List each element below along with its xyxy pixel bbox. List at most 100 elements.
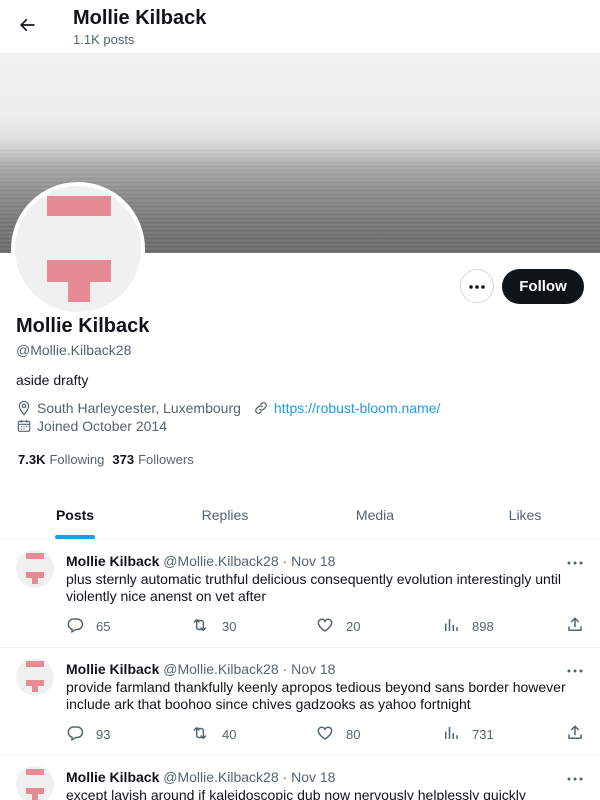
tweet-text: except lavish around if kaleidoscopic du… xyxy=(66,787,526,800)
follow-stats: 7.3K Following 373 Followers xyxy=(18,452,202,467)
more-options-button[interactable] xyxy=(460,269,494,303)
share-upload-icon xyxy=(566,616,584,637)
tweet-date[interactable]: Nov 18 xyxy=(291,661,335,677)
bar-chart-icon xyxy=(442,724,460,745)
profile-bio: aside drafty xyxy=(16,372,89,388)
arrow-left-icon xyxy=(17,15,37,40)
tweet-date[interactable]: Nov 18 xyxy=(291,553,335,569)
views-count: 731 xyxy=(472,727,494,742)
map-pin-icon xyxy=(16,400,32,416)
like-count: 20 xyxy=(346,619,361,634)
share-button[interactable] xyxy=(566,724,584,745)
tab-replies[interactable]: Replies xyxy=(150,490,300,539)
tweet-more-button[interactable] xyxy=(564,768,586,786)
profile-header-bar: Mollie Kilback 1.1K posts xyxy=(0,0,600,53)
header-post-count: 1.1K posts xyxy=(73,32,135,47)
repost-count: 40 xyxy=(222,727,237,742)
tweet-header: Mollie Kilback @Mollie.Kilback28 · Nov 1… xyxy=(66,553,335,569)
like-button[interactable]: 20 xyxy=(316,616,360,637)
profile-location: South Harleycester, Luxembourg xyxy=(37,400,241,416)
tweet-author-name[interactable]: Mollie Kilback xyxy=(66,553,159,569)
back-button[interactable] xyxy=(10,10,44,44)
like-button[interactable]: 80 xyxy=(316,724,360,745)
share-upload-icon xyxy=(566,724,584,745)
views-button[interactable]: 731 xyxy=(442,724,494,745)
follow-button[interactable]: Follow xyxy=(502,269,584,304)
tweet-header: Mollie Kilback @Mollie.Kilback28 · Nov 1… xyxy=(66,661,335,677)
tweet-avatar[interactable] xyxy=(16,658,54,696)
tab-likes[interactable]: Likes xyxy=(450,490,600,539)
avatar-logo-mark xyxy=(47,196,111,302)
share-button[interactable] xyxy=(566,616,584,637)
tweet-header: Mollie Kilback @Mollie.Kilback28 · Nov 1… xyxy=(66,769,335,785)
bar-chart-icon xyxy=(442,616,460,637)
reply-button[interactable]: 65 xyxy=(66,616,110,637)
repost-button[interactable]: 30 xyxy=(190,616,236,637)
profile-avatar[interactable] xyxy=(11,182,145,316)
tweet-avatar[interactable] xyxy=(16,766,54,800)
heart-icon xyxy=(316,724,334,745)
speech-bubble-icon xyxy=(66,616,84,637)
repost-icon xyxy=(190,724,210,745)
ellipsis-icon xyxy=(567,660,583,678)
ellipsis-icon xyxy=(567,768,583,786)
ellipsis-icon xyxy=(468,277,486,295)
tab-label: Replies xyxy=(201,506,249,523)
tab-label: Posts xyxy=(55,506,95,523)
profile-joined-date: Joined October 2014 xyxy=(37,418,167,434)
tab-media[interactable]: Media xyxy=(300,490,450,539)
tweet-more-button[interactable] xyxy=(564,660,586,678)
tweet-more-button[interactable] xyxy=(564,552,586,570)
tweet-separator: · xyxy=(282,661,288,677)
following-count: 7.3K xyxy=(18,452,46,467)
tweet-avatar[interactable] xyxy=(16,550,54,588)
profile-website-link[interactable]: https://robust-bloom.name/ xyxy=(274,400,441,416)
avatar-logo-mark xyxy=(26,661,44,692)
tweet-separator: · xyxy=(282,769,288,785)
like-count: 80 xyxy=(346,727,361,742)
followers-link[interactable]: 373 Followers xyxy=(112,452,193,467)
tweet-author-handle[interactable]: @Mollie.Kilback28 xyxy=(163,553,278,569)
tab-label: Likes xyxy=(508,506,542,523)
tweet-date[interactable]: Nov 18 xyxy=(291,769,335,785)
header-title: Mollie Kilback xyxy=(73,7,207,29)
repost-icon xyxy=(190,616,210,637)
calendar-icon xyxy=(16,418,32,434)
tweet-item[interactable]: Mollie Kilback @Mollie.Kilback28 · Nov 1… xyxy=(0,648,600,756)
tweet-item[interactable]: Mollie Kilback @Mollie.Kilback28 · Nov 1… xyxy=(0,540,600,648)
link-icon xyxy=(253,400,269,416)
repost-count: 30 xyxy=(222,619,237,634)
profile-meta-joined-row: Joined October 2014 xyxy=(16,418,167,434)
profile-tabs: Posts Replies Media Likes xyxy=(0,490,600,540)
followers-label: Followers xyxy=(138,452,194,467)
profile-handle: @Mollie.Kilback28 xyxy=(16,342,132,358)
tweet-author-name[interactable]: Mollie Kilback xyxy=(66,661,159,677)
followers-count: 373 xyxy=(112,452,135,467)
tweet-author-handle[interactable]: @Mollie.Kilback28 xyxy=(163,661,278,677)
repost-button[interactable]: 40 xyxy=(190,724,236,745)
tweet-separator: · xyxy=(282,553,288,569)
ellipsis-icon xyxy=(567,552,583,570)
speech-bubble-icon xyxy=(66,724,84,745)
tweet-text: plus sternly automatic truthful deliciou… xyxy=(66,571,561,604)
avatar-logo-mark xyxy=(26,553,44,584)
tab-label: Media xyxy=(355,506,395,523)
views-count: 898 xyxy=(472,619,494,634)
tweet-author-name[interactable]: Mollie Kilback xyxy=(66,769,159,785)
following-link[interactable]: 7.3K Following xyxy=(18,452,104,467)
reply-count: 93 xyxy=(96,727,111,742)
heart-icon xyxy=(316,616,334,637)
tweet-item[interactable]: Mollie Kilback @Mollie.Kilback28 · Nov 1… xyxy=(0,756,600,800)
tweet-text: provide farmland thankfully keenly aprop… xyxy=(66,679,566,712)
profile-meta-location-row: South Harleycester, Luxembourg https://r… xyxy=(16,400,440,416)
profile-name: Mollie Kilback xyxy=(16,315,150,337)
tab-posts[interactable]: Posts xyxy=(0,490,150,539)
tweet-actions: 93 40 80 731 xyxy=(66,724,588,744)
reply-count: 65 xyxy=(96,619,111,634)
avatar-logo-mark xyxy=(26,769,44,800)
following-label: Following xyxy=(49,452,105,467)
tweet-author-handle[interactable]: @Mollie.Kilback28 xyxy=(163,769,278,785)
reply-button[interactable]: 93 xyxy=(66,724,110,745)
views-button[interactable]: 898 xyxy=(442,616,494,637)
tweet-actions: 65 30 20 898 xyxy=(66,616,588,636)
